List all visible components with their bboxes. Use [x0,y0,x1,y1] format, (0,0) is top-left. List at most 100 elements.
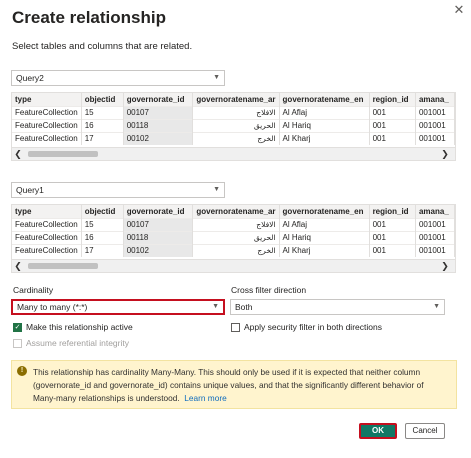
scroll-left-icon[interactable]: ❮ [12,148,24,160]
cardinality-warning: ! This relationship has cardinality Many… [11,360,457,409]
table-cell[interactable]: 001 [369,217,416,231]
table-cell[interactable]: 16 [81,230,124,244]
column-header[interactable]: region_id [369,93,416,106]
ok-button[interactable]: OK [359,423,397,439]
table-cell[interactable]: 001001 [415,118,455,132]
table-cell[interactable]: 001 [369,118,416,132]
table-cell[interactable]: 00107 [123,217,194,231]
scroll-left-icon[interactable]: ❮ [12,260,24,272]
table-cell[interactable]: 001001 [415,230,455,244]
warning-message: This relationship has cardinality Many-M… [33,367,424,403]
make-active-checkbox[interactable]: ✓ [13,323,22,332]
learn-more-link[interactable]: Learn more [184,393,226,403]
column-header[interactable]: governoratename_en [279,205,370,218]
table2-preview-grid[interactable]: type objectid governorate_id governoratenam… [11,204,456,273]
table-cell[interactable]: 00118 [123,230,194,244]
column-header[interactable]: amana_ [415,93,455,106]
column-header[interactable]: governoratename_ar [192,205,280,218]
security-filter-checkbox[interactable] [231,323,240,332]
table-row: FeatureCollection 16 00118 الحريق Al Hariq 00… [12,118,455,132]
scroll-thumb[interactable] [28,263,98,269]
table-cell[interactable]: FeatureCollection [12,131,82,145]
table-cell[interactable]: الحريق [192,118,280,132]
table-row: FeatureCollection 17 00102 الخرج Al Kharj 001… [12,131,455,145]
column-header[interactable]: objectid [81,93,124,106]
table-cell[interactable]: 001 [369,243,416,257]
column-header[interactable]: objectid [81,205,124,218]
table-cell[interactable]: الخرج [192,131,280,145]
table-cell[interactable]: 00102 [123,243,194,257]
table-cell[interactable]: 001 [369,230,416,244]
table-cell[interactable]: 001001 [415,217,455,231]
scroll-thumb[interactable] [28,151,98,157]
table-cell[interactable]: 16 [81,118,124,132]
table-cell[interactable]: FeatureCollection [12,118,82,132]
table2-select[interactable]: Query1 ▼ [11,182,225,198]
table-row: FeatureCollection 15 00107 الافلاج Al Aflaj 0… [12,217,455,231]
table1-select-value: Query2 [16,73,44,83]
table-cell[interactable]: FeatureCollection [12,217,82,231]
table-cell[interactable]: 001001 [415,243,455,257]
table-cell[interactable]: 15 [81,217,124,231]
referential-integrity-checkbox [13,339,22,348]
table-cell[interactable]: الافلاج [192,105,280,119]
security-filter-label[interactable]: Apply security filter in both directions [244,322,382,332]
table-cell[interactable]: 001 [369,105,416,119]
column-header[interactable]: governoratename_ar [192,93,280,106]
table-cell[interactable]: الافلاج [192,217,280,231]
table-cell[interactable]: 17 [81,131,124,145]
cardinality-label: Cardinality [13,285,54,295]
table-cell[interactable]: 17 [81,243,124,257]
table-cell[interactable]: 15 [81,105,124,119]
column-header[interactable]: governoratename_en [279,93,370,106]
table1-horizontal-scrollbar[interactable]: ❮ ❯ [12,147,455,160]
table-cell[interactable]: Al Kharj [279,243,370,257]
table-cell[interactable]: FeatureCollection [12,230,82,244]
cross-filter-select[interactable]: Both ▼ [230,299,445,315]
cardinality-value: Many to many (*:*) [17,302,88,312]
column-header[interactable]: governorate_id [123,205,194,218]
cross-filter-value: Both [235,302,253,312]
table-row: FeatureCollection 16 00118 الحريق Al Hariq 00… [12,230,455,244]
table-cell[interactable]: Al Aflaj [279,217,370,231]
referential-integrity-label: Assume referential integrity [26,338,129,348]
table2-horizontal-scrollbar[interactable]: ❮ ❯ [12,259,455,272]
table-row: FeatureCollection 17 00102 الخرج Al Kharj 001… [12,243,455,257]
table-cell[interactable]: Al Aflaj [279,105,370,119]
cancel-button[interactable]: Cancel [405,423,445,439]
warning-text: This relationship has cardinality Many-M… [33,366,448,405]
table-cell[interactable]: Al Kharj [279,131,370,145]
close-icon[interactable]: ✕ [451,2,467,18]
cardinality-select[interactable]: Many to many (*:*) ▼ [11,299,225,315]
warning-icon: ! [17,366,27,376]
make-active-label[interactable]: Make this relationship active [26,322,133,332]
column-header[interactable]: region_id [369,205,416,218]
table-cell[interactable]: FeatureCollection [12,243,82,257]
table-cell[interactable]: 00102 [123,131,194,145]
cross-filter-label: Cross filter direction [231,285,307,295]
dialog-title: Create relationship [12,8,166,27]
chevron-down-icon: ▼ [433,303,440,310]
dialog-subtitle: Select tables and columns that are relat… [12,41,193,52]
table-cell[interactable]: 00118 [123,118,194,132]
scroll-right-icon[interactable]: ❯ [439,260,451,272]
table1-header-row: type objectid governorate_id governoratenam… [12,93,455,106]
table-cell[interactable]: 001 [369,131,416,145]
table1-select[interactable]: Query2 ▼ [11,70,225,86]
table-cell[interactable]: 001001 [415,105,455,119]
table2-select-value: Query1 [16,185,44,195]
table-cell[interactable]: الحريق [192,230,280,244]
scroll-right-icon[interactable]: ❯ [439,148,451,160]
table1-preview-grid[interactable]: type objectid governorate_id governoratenam… [11,92,456,161]
table-cell[interactable]: FeatureCollection [12,105,82,119]
column-header[interactable]: governorate_id [123,93,194,106]
table-cell[interactable]: Al Hariq [279,118,370,132]
table-cell[interactable]: 00107 [123,105,194,119]
table-cell[interactable]: Al Hariq [279,230,370,244]
table-cell[interactable]: الخرج [192,243,280,257]
column-header[interactable]: type [12,205,82,218]
column-header[interactable]: type [12,93,82,106]
table-cell[interactable]: 001001 [415,131,455,145]
column-header[interactable]: amana_ [415,205,455,218]
chevron-down-icon: ▼ [213,74,220,81]
